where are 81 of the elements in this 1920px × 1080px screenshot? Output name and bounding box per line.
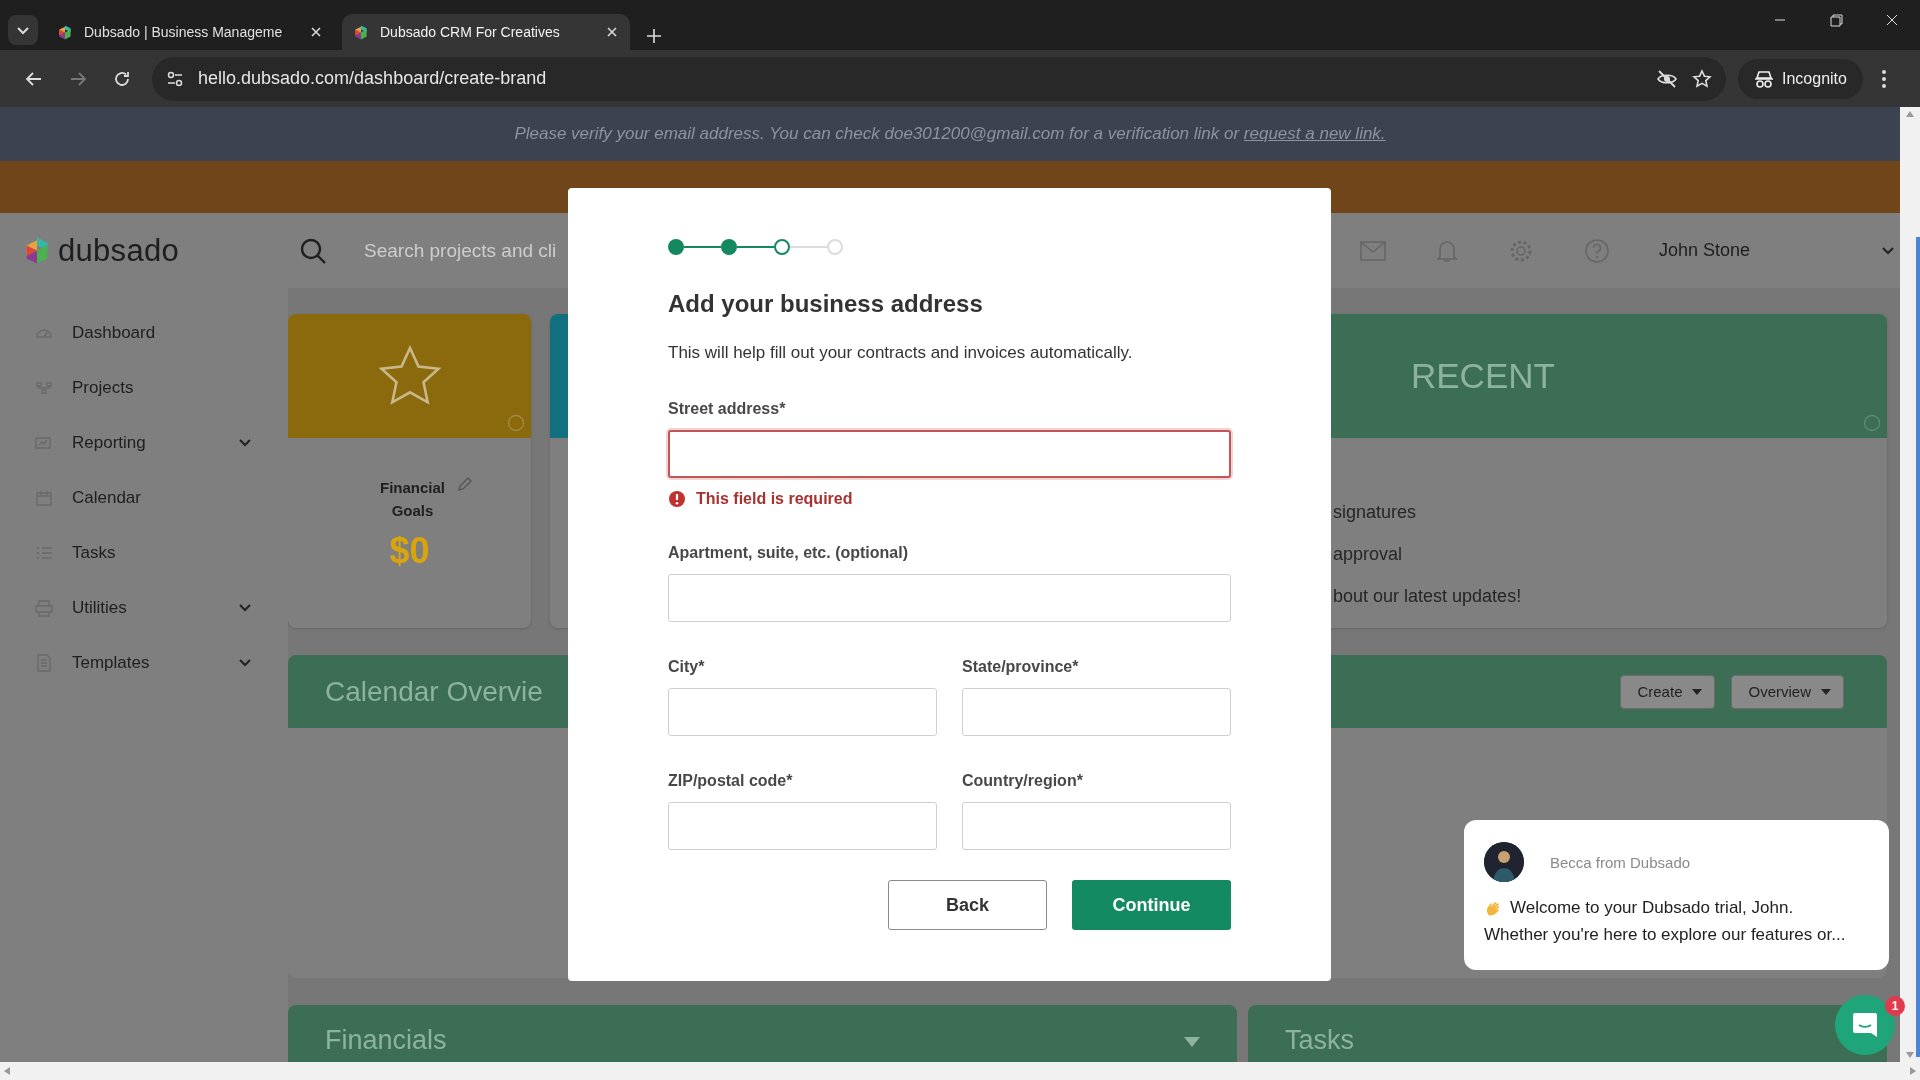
step-connector	[684, 246, 721, 248]
field-label: State/province*	[962, 658, 1080, 676]
pencil-icon[interactable]	[456, 476, 473, 492]
sidebar-item[interactable]: Dashboard	[0, 305, 288, 360]
browser-tab[interactable]: Dubsado | Business Manageme	[46, 14, 334, 50]
chevron-down-icon[interactable]	[238, 438, 252, 447]
sender-name: Becca from Dubsado	[1550, 853, 1691, 871]
field-label: Apartment, suite, etc. (optional)	[668, 544, 909, 562]
field-label: City*	[668, 658, 706, 676]
panel-title: Calendar Overvie	[325, 675, 543, 708]
address-bar[interactable]: hello.dubsado.com/dashboard/create-brand	[152, 56, 1726, 101]
continue-button[interactable]: Continue	[1072, 880, 1231, 930]
chat-popup[interactable]: Becca from Dubsado Welcome to your Dubsado trial, John. Whether you're here to explore our features or...	[1464, 820, 1889, 970]
chevron-down-icon[interactable]	[238, 658, 252, 667]
search-icon[interactable]	[299, 236, 328, 265]
logo-icon	[354, 23, 368, 41]
logo-text: dubsado	[58, 232, 180, 269]
scrollbar[interactable]	[0, 1062, 1920, 1080]
resend-link[interactable]: request a new link.	[1243, 124, 1386, 143]
reload-icon[interactable]	[113, 69, 131, 88]
forward-icon[interactable]	[69, 69, 87, 88]
dropdown-button[interactable]: Create	[1620, 674, 1716, 709]
field-label: ZIP/postal code*	[668, 772, 794, 790]
back-button[interactable]: Back	[888, 880, 1047, 930]
close-icon[interactable]	[310, 26, 322, 38]
scrollbar[interactable]	[1900, 107, 1920, 1062]
scroll-left-icon[interactable]	[4, 1067, 10, 1075]
recent-item[interactable]: approval	[1333, 544, 1887, 565]
error-message: This field is required	[696, 490, 853, 508]
chevron-down-icon[interactable]	[238, 603, 252, 612]
chat-icon	[1851, 1011, 1879, 1039]
dialog-title: Add your business address	[668, 290, 984, 318]
mail-icon[interactable]	[1359, 240, 1386, 261]
recent-item[interactable]: signatures	[1333, 502, 1887, 523]
avatar	[1484, 842, 1524, 882]
error-icon	[668, 490, 686, 508]
chat-message: Welcome to your Dubsado trial, John.	[1510, 897, 1794, 919]
sidebar-item[interactable]: Reporting	[0, 415, 288, 470]
chevron-down-icon	[16, 25, 30, 35]
scroll-down-icon[interactable]	[1906, 1052, 1914, 1058]
site-info-icon[interactable]	[166, 69, 184, 88]
incognito-button[interactable]: Incognito	[1738, 58, 1863, 99]
step-connector	[790, 246, 827, 248]
tab-list-button[interactable]	[8, 15, 38, 45]
panel-title: Financials	[325, 1025, 447, 1056]
input-field[interactable]	[668, 430, 1231, 478]
caret-icon	[1821, 688, 1831, 695]
logo-icon	[58, 23, 72, 41]
step-connector	[737, 246, 774, 248]
card-title: RECENT	[1410, 356, 1555, 396]
scroll-up-icon[interactable]	[1906, 111, 1914, 117]
field-label: Country/region*	[962, 772, 1084, 790]
sidebar-item[interactable]: Templates	[0, 635, 288, 690]
incognito-icon	[1754, 69, 1774, 88]
scroll-right-icon[interactable]	[1910, 1067, 1916, 1075]
sidebar-item[interactable]: Calendar	[0, 470, 288, 525]
verification-message: Please verify your email address. You can check doe301200@gmail.com for a verification link or request a new link.	[514, 124, 1386, 144]
star-icon	[377, 345, 442, 407]
browser-tab[interactable]: Dubsado CRM For Creatives	[342, 14, 630, 50]
sidebar-item[interactable]: Utilities	[0, 580, 288, 635]
caret-icon[interactable]	[1184, 1037, 1200, 1047]
menu-icon[interactable]	[1880, 68, 1887, 89]
dialog-description: This will help fill out your contracts and invoices automatically.	[668, 343, 1134, 363]
card-title: Financial Goals	[379, 478, 446, 521]
new-tab-icon[interactable]	[646, 28, 662, 44]
chevron-down-icon	[1881, 246, 1895, 255]
back-icon[interactable]	[25, 69, 43, 88]
dropdown-button[interactable]: Overview	[1731, 674, 1844, 709]
panel-title: Tasks	[1285, 1025, 1355, 1056]
chat-message: Whether you're here to explore our features or...	[1484, 924, 1846, 946]
user-menu[interactable]: John Stone	[1658, 240, 1750, 261]
goal-amount: $0	[389, 530, 430, 572]
close-icon[interactable]	[606, 26, 618, 38]
sidebar-item[interactable]: Projects	[0, 360, 288, 415]
recent-item[interactable]: bout our latest updates!	[1333, 586, 1887, 607]
search-field[interactable]: Search projects and cli	[364, 239, 557, 262]
sidebar-item[interactable]: Tasks	[0, 525, 288, 580]
caret-icon	[1692, 688, 1703, 695]
eye-slash-icon[interactable]	[1656, 68, 1678, 89]
star-icon[interactable]	[1692, 68, 1712, 89]
field-label: Street address*	[668, 400, 787, 418]
